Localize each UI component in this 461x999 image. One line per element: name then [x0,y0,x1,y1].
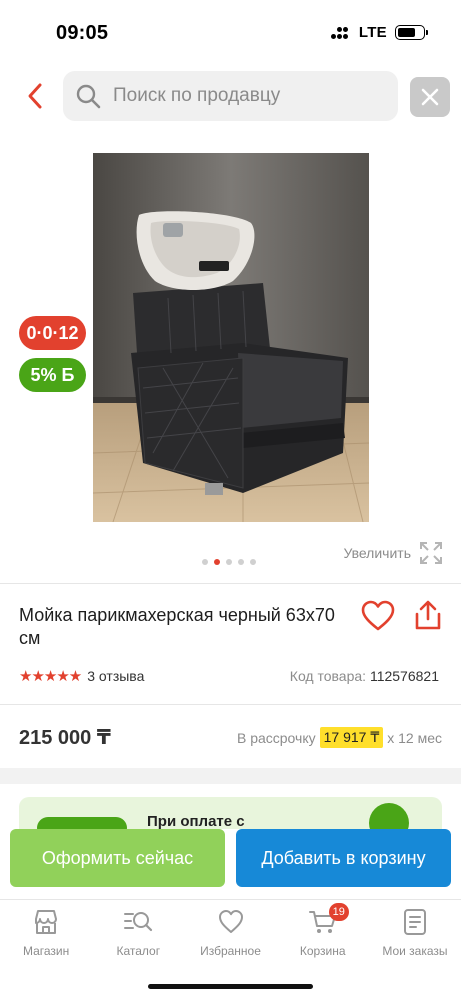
catalog-search-icon [124,912,153,932]
installment-badge: 0·0·12 [19,316,86,350]
network-type: LTE [358,24,387,41]
product-image[interactable] [93,153,369,522]
status-indicators: LTE [330,24,428,41]
orders-icon [403,909,426,935]
zoom-label: Увеличить [343,545,411,561]
close-button[interactable] [410,77,450,117]
status-time: 09:05 [56,22,109,44]
carousel-dots[interactable] [202,559,256,565]
zoom-button[interactable]: Увеличить [343,541,443,565]
search-row: Поиск по продавцу [0,71,461,121]
heart-icon [218,910,243,933]
tab-cart[interactable]: 19 Корзина [277,900,369,969]
chevron-left-icon [28,83,42,109]
section-separator [0,768,461,784]
add-to-cart-button[interactable]: Добавить в корзину [236,829,451,887]
tab-label: Избранное [200,944,261,958]
tab-catalog[interactable]: Каталог [92,900,184,969]
back-button[interactable] [18,79,52,113]
close-icon [421,88,439,106]
tab-orders[interactable]: Мои заказы [369,900,461,969]
salon-chair-illustration [93,153,369,522]
bonus-badge: 5% Б [19,358,86,392]
favorite-button[interactable] [361,600,395,637]
sku: Код товара: 112576821 [290,668,439,684]
tab-label: Мои заказы [382,944,448,958]
rating-row[interactable]: ★★★★★ 3 отзыва [19,667,144,685]
carousel-dot[interactable] [238,559,244,565]
home-indicator [148,984,313,989]
tab-bar: Магазин Каталог Избранное 19 Корзина Мои… [0,899,461,969]
shop-icon [35,910,58,934]
carousel-dot[interactable] [250,559,256,565]
carousel-dot[interactable] [202,559,208,565]
share-button[interactable] [413,600,443,637]
share-icon [415,600,441,630]
expand-icon [420,542,442,564]
tab-label: Корзина [299,944,346,958]
cart-count-badge: 19 [328,903,349,921]
installment-amount: 17 917 ₸ [319,727,384,748]
rating-stars: ★★★★★ [19,668,82,685]
carousel-dot[interactable] [226,559,232,565]
price: 215 000 ₸ [19,727,111,749]
installment-suffix: х 12 мес [387,729,442,746]
cta-row: Оформить сейчас Добавить в корзину [0,829,461,899]
divider [0,583,461,584]
installment-info[interactable]: В рассрочку 17 917 ₸ х 12 мес [237,727,442,748]
tab-label: Магазин [22,944,70,958]
battery-icon [395,25,428,40]
heart-icon [361,600,395,631]
signal-icon [330,25,351,41]
status-bar: 09:05 LTE [0,0,461,64]
tab-favorites[interactable]: Избранное [184,900,276,969]
tab-shop[interactable]: Магазин [0,900,92,969]
order-now-button[interactable]: Оформить сейчас [10,829,225,887]
search-icon [76,84,101,109]
search-placeholder: Поиск по продавцу [113,85,281,106]
carousel-dot[interactable] [214,559,220,565]
reviews-link[interactable]: 3 отзыва [87,668,144,684]
search-input[interactable]: Поиск по продавцу [63,71,398,121]
product-title: Мойка парикмахерская черный 63х70 см [19,605,335,648]
sku-value: 112576821 [369,668,439,684]
tab-label: Каталог [116,944,161,958]
installment-prefix: В рассрочку [236,729,316,746]
sku-label: Код товара: [289,668,367,684]
promo-text: При оплате с [147,813,245,830]
divider [0,704,461,705]
